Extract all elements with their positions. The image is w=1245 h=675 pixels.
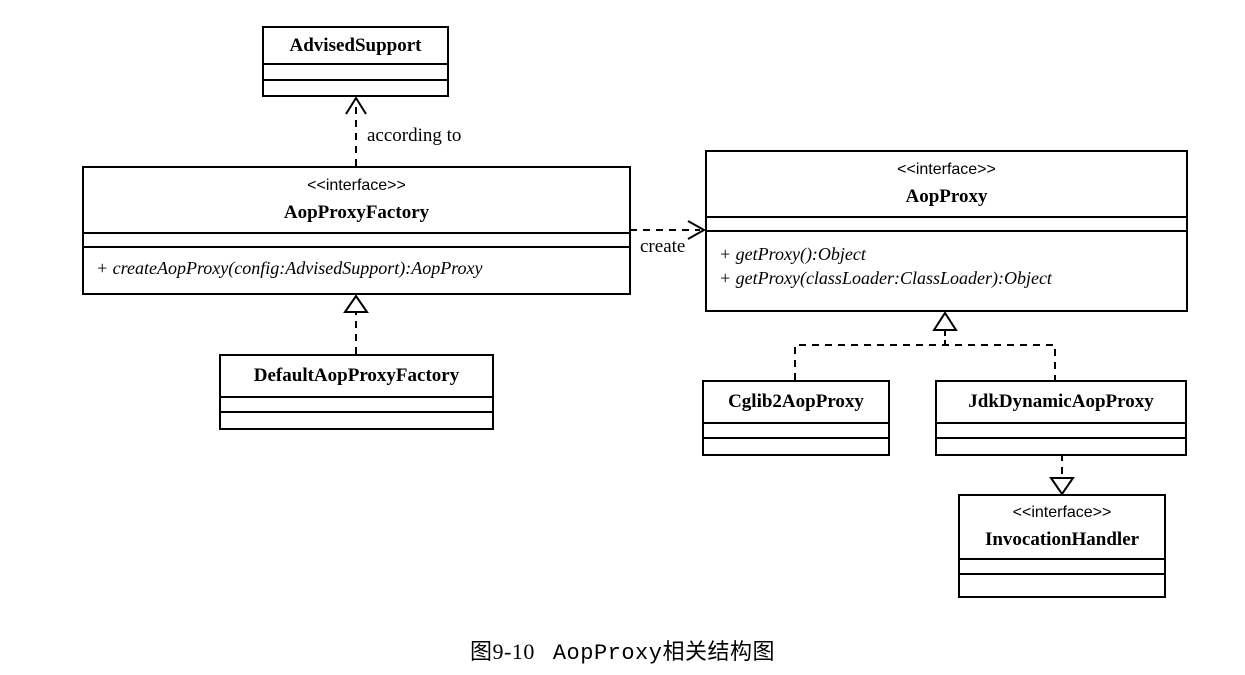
label-create: create: [640, 236, 686, 257]
realization-line-proxies: [794, 344, 1056, 380]
class-name: AdvisedSupport: [289, 34, 422, 56]
attributes-section: [704, 424, 888, 439]
class-default-aop-proxy-factory: DefaultAopProxyFactory: [219, 354, 494, 430]
stereotype-label: <<interface>>: [897, 161, 996, 178]
operation-get-proxy-classloader: + getProxy(classLoader:ClassLoader):Obje…: [719, 268, 1052, 288]
caption-code: AopProxy: [552, 641, 663, 666]
caption-text: 相关结构图: [662, 639, 775, 664]
label-according-to: according to: [367, 125, 462, 146]
class-invocation-handler: <<interface>> InvocationHandler: [958, 494, 1166, 598]
class-name: Cglib2AopProxy: [728, 391, 864, 412]
class-name: DefaultAopProxyFactory: [253, 365, 460, 386]
attributes-section: [960, 560, 1164, 575]
attributes-section: [221, 398, 492, 413]
operation-get-proxy: + getProxy():Object: [719, 244, 866, 264]
operations-section: + createAopProxy(config:AdvisedSupport):…: [84, 248, 629, 280]
class-name: InvocationHandler: [984, 529, 1140, 550]
hollow-triangle-aop-proxy: [932, 311, 958, 331]
hollow-triangle-aop-proxy-factory: [343, 294, 369, 313]
operation-create-aop-proxy: + createAopProxy(config:AdvisedSupport):…: [96, 258, 483, 278]
hollow-triangle-invocation-handler: [1049, 477, 1075, 496]
class-aop-proxy: <<interface>> AopProxy + getProxy():Obje…: [705, 150, 1188, 312]
class-advised-support: AdvisedSupport: [262, 26, 449, 97]
figure-caption: 图9-10 AopProxy相关结构图: [0, 634, 1245, 666]
attributes-section: [707, 218, 1186, 232]
attributes-section: [84, 234, 629, 248]
stereotype-label: <<interface>>: [1012, 504, 1112, 521]
class-aop-proxy-factory: <<interface>> AopProxyFactory + createAo…: [82, 166, 631, 295]
class-name: AopProxyFactory: [283, 202, 430, 223]
class-name: AopProxy: [905, 186, 988, 207]
attributes-section: [264, 65, 447, 81]
attributes-section: [937, 424, 1185, 439]
operations-section: + getProxy():Object + getProxy(classLoad…: [707, 232, 1186, 290]
class-name: JdkDynamicAopProxy: [968, 391, 1154, 412]
class-jdk-dynamic-aop-proxy: JdkDynamicAopProxy: [935, 380, 1187, 456]
caption-number: 图9-10: [470, 639, 535, 664]
stereotype-label: <<interface>>: [307, 177, 406, 194]
class-cglib2-aop-proxy: Cglib2AopProxy: [702, 380, 890, 456]
